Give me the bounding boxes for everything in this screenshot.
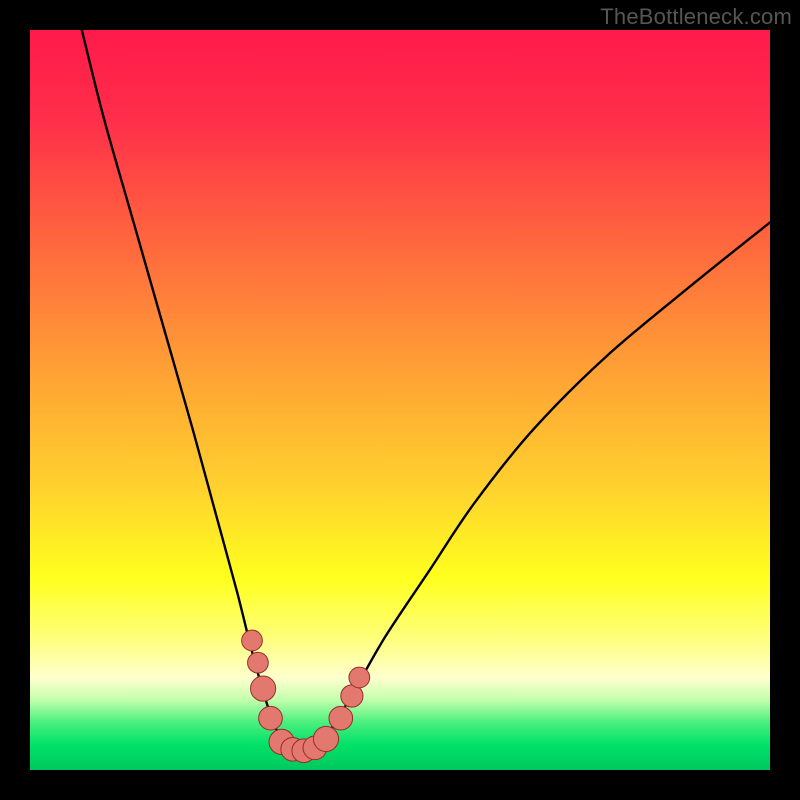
data-marker (313, 726, 338, 751)
gradient-background (30, 30, 770, 770)
data-marker (349, 667, 370, 688)
watermark-text: TheBottleneck.com (600, 4, 792, 30)
data-marker (259, 706, 283, 730)
data-marker (329, 706, 353, 730)
data-marker (251, 676, 276, 701)
chart-svg (30, 30, 770, 770)
plot-area (30, 30, 770, 770)
data-marker (242, 630, 263, 651)
data-marker (248, 652, 269, 673)
chart-frame: TheBottleneck.com (0, 0, 800, 800)
